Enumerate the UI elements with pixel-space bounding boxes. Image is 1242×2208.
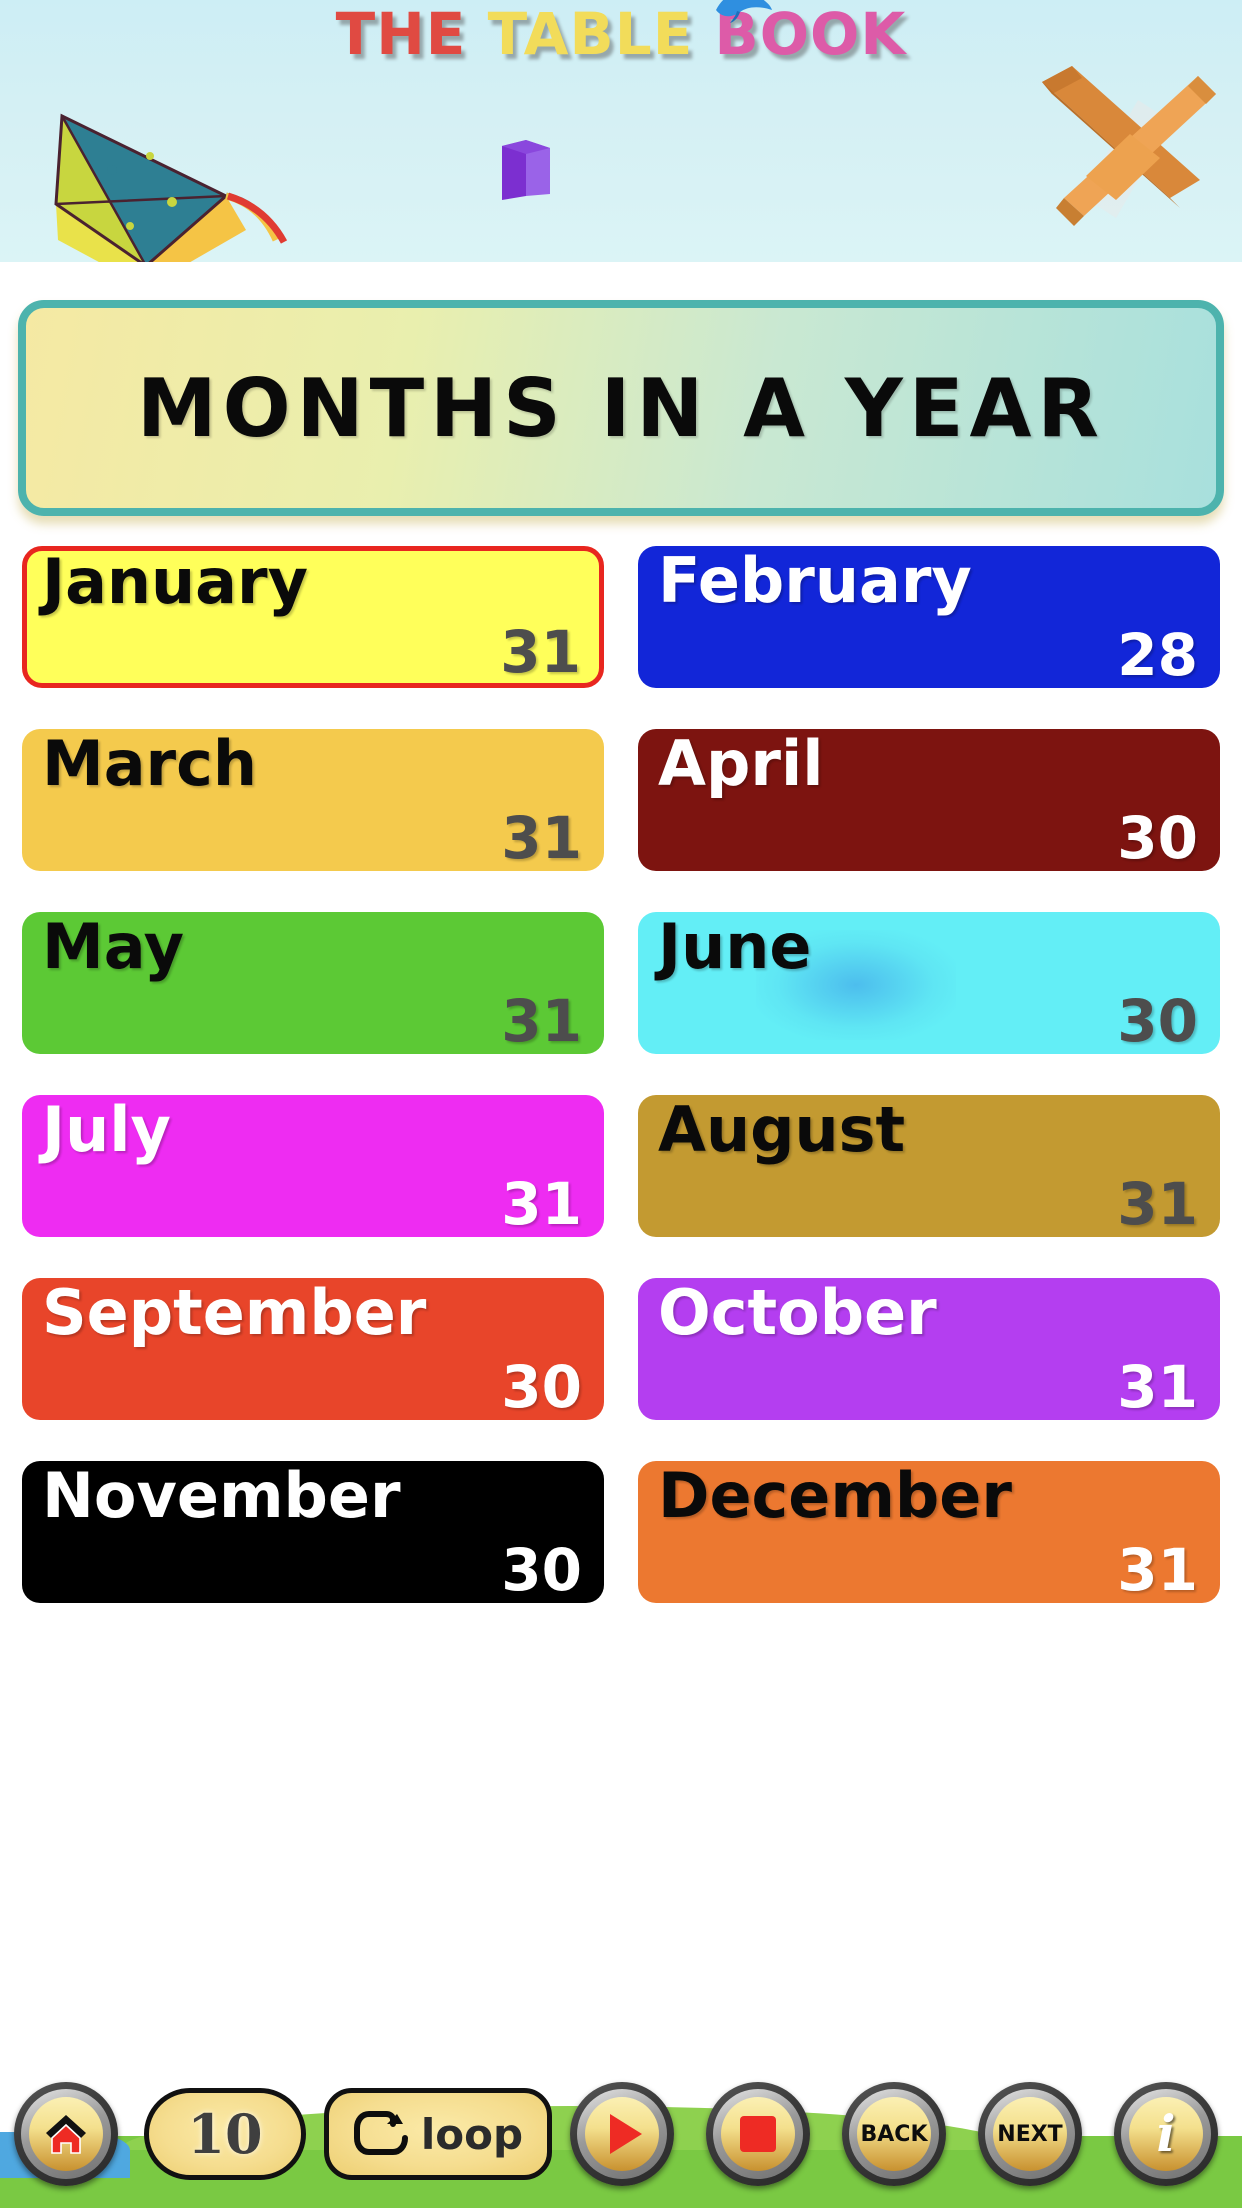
month-name: April — [658, 729, 824, 800]
month-days: 30 — [501, 1536, 582, 1603]
month-card[interactable]: September 30 — [22, 1278, 604, 1420]
next-button-face: NEXT — [993, 2097, 1067, 2171]
loop-label: loop — [420, 2109, 524, 2159]
info-button-bezel: i — [1121, 2089, 1211, 2179]
month-name: January — [42, 546, 309, 618]
month-days: 31 — [1117, 1170, 1198, 1237]
home-button[interactable] — [14, 2082, 118, 2186]
month-card[interactable]: January 31 — [22, 546, 604, 688]
month-card[interactable]: March 31 — [22, 729, 604, 871]
month-card[interactable]: April 30 — [638, 729, 1220, 871]
bird-icon — [716, 0, 772, 23]
month-days: 31 — [500, 618, 581, 686]
app-title-word-the: THE — [335, 0, 467, 68]
stop-button-face — [721, 2097, 795, 2171]
month-name: February — [658, 546, 972, 617]
month-name: July — [42, 1095, 171, 1166]
loop-arrow-icon — [353, 2111, 408, 2155]
month-name: June — [658, 912, 812, 983]
multiply-x-icon — [1042, 66, 1216, 226]
play-button-bezel — [577, 2089, 667, 2179]
home-icon — [46, 2115, 86, 2154]
back-button[interactable]: BACK — [842, 2082, 946, 2186]
month-card[interactable]: October 31 — [638, 1278, 1220, 1420]
months-grid: January 31 February 28 March 31 April 30 May 31 Ju… — [22, 546, 1220, 1603]
back-label: BACK — [860, 2121, 928, 2147]
back-button-face: BACK — [857, 2097, 931, 2171]
counter-button[interactable]: 10 — [144, 2088, 306, 2180]
info-icon: i — [1156, 2104, 1176, 2163]
month-days: 31 — [501, 1170, 582, 1237]
purple-block-icon — [502, 140, 550, 200]
month-name: March — [42, 729, 258, 800]
stop-icon — [740, 2116, 776, 2152]
page-title-banner: MONTHS IN A YEAR — [18, 300, 1224, 516]
next-label: NEXT — [997, 2121, 1063, 2147]
month-days: 31 — [501, 987, 582, 1054]
counter-value: 10 — [187, 2102, 263, 2166]
month-days: 31 — [1117, 1353, 1198, 1420]
kite-icon — [54, 113, 288, 262]
month-name: November — [42, 1461, 401, 1532]
page-title: MONTHS IN A YEAR — [137, 361, 1105, 455]
next-button[interactable]: NEXT — [978, 2082, 1082, 2186]
month-card[interactable]: August 31 — [638, 1095, 1220, 1237]
bottom-toolbar: 10 loop BACK NEXT i — [0, 2060, 1242, 2208]
month-days: 31 — [501, 804, 582, 871]
month-name: August — [658, 1095, 906, 1166]
month-days: 30 — [1117, 804, 1198, 871]
stop-button[interactable] — [706, 2082, 810, 2186]
home-button-face — [29, 2097, 103, 2171]
month-name: May — [42, 912, 185, 983]
home-button-bezel — [21, 2089, 111, 2179]
month-card[interactable]: December 31 — [638, 1461, 1220, 1603]
back-button-bezel: BACK — [849, 2089, 939, 2179]
header-banner: THE TABLE BOOK — [0, 0, 1242, 262]
month-days: 31 — [1117, 1536, 1198, 1603]
stop-button-bezel — [713, 2089, 803, 2179]
month-days: 28 — [1117, 621, 1198, 688]
month-name: September — [42, 1278, 427, 1349]
month-card[interactable]: May 31 — [22, 912, 604, 1054]
app-root: THE TABLE BOOK MONTHS IN A YEAR January … — [0, 0, 1242, 2208]
play-button-face — [585, 2097, 659, 2171]
month-days: 30 — [501, 1353, 582, 1420]
month-card[interactable]: June 30 — [638, 912, 1220, 1054]
app-title-word-table: TABLE — [487, 0, 694, 68]
month-card[interactable]: July 31 — [22, 1095, 604, 1237]
next-button-bezel: NEXT — [985, 2089, 1075, 2179]
info-button-face: i — [1129, 2097, 1203, 2171]
play-button[interactable] — [570, 2082, 674, 2186]
info-button[interactable]: i — [1114, 2082, 1218, 2186]
month-name: October — [658, 1278, 937, 1349]
month-card[interactable]: November 30 — [22, 1461, 604, 1603]
month-days: 30 — [1117, 987, 1198, 1054]
play-icon — [610, 2114, 642, 2154]
month-card[interactable]: February 28 — [638, 546, 1220, 688]
month-name: December — [658, 1461, 1012, 1532]
loop-button[interactable]: loop — [324, 2088, 552, 2180]
